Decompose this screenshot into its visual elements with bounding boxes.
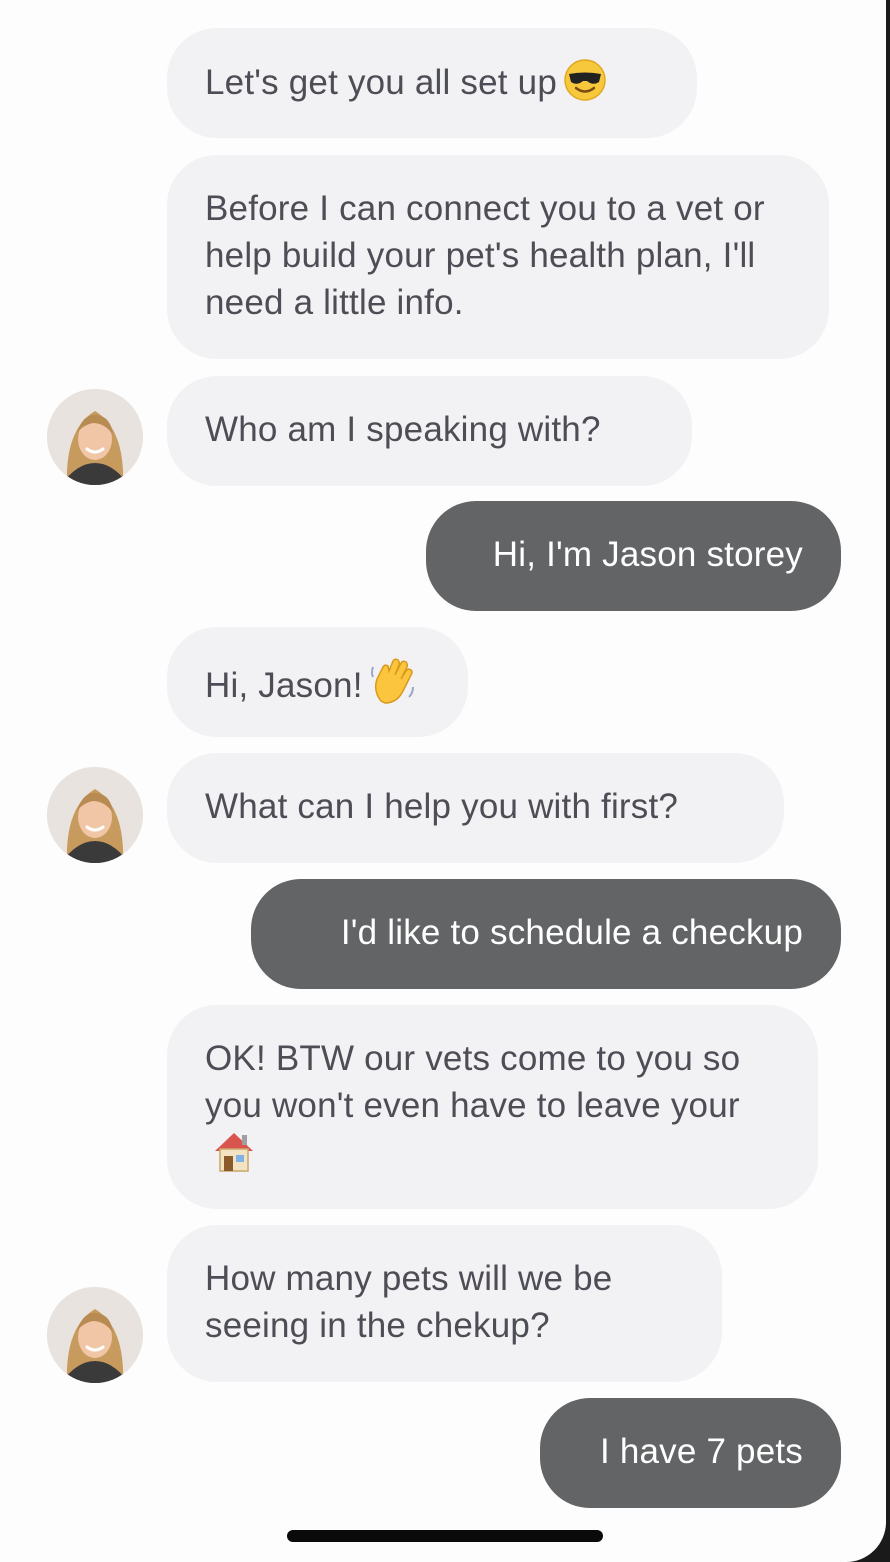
bot-message: Hi, Jason! [167, 627, 468, 737]
user-message: I'd like to schedule a checkup [251, 879, 841, 989]
house-emoji-icon [211, 1129, 257, 1185]
agent-avatar [47, 1287, 143, 1383]
bot-message: Let's get you all set up [167, 28, 697, 138]
message-text: OK! BTW our vets come to you so you won'… [205, 1039, 741, 1125]
bot-message: How many pets will we be seeing in the c… [167, 1225, 722, 1382]
bot-message: OK! BTW our vets come to you so you won'… [167, 1005, 818, 1209]
bot-message: Who am I speaking with? [167, 376, 692, 486]
bot-message: Before I can connect you to a vet or hel… [167, 155, 829, 359]
user-message: Hi, I'm Jason storey [426, 501, 841, 611]
message-text: Let's get you all set up [205, 63, 557, 102]
message-text: How many pets will we be seeing in the c… [205, 1259, 613, 1345]
message-text: Who am I speaking with? [205, 410, 601, 449]
user-message: I have 7 pets [540, 1398, 841, 1508]
message-text: Before I can connect you to a vet or hel… [205, 189, 765, 322]
message-text: I have 7 pets [599, 1432, 803, 1471]
agent-avatar [47, 389, 143, 485]
message-text: Hi, Jason! [205, 666, 363, 705]
message-text: I'd like to schedule a checkup [340, 913, 803, 952]
agent-avatar [47, 767, 143, 863]
message-text: What can I help you with first? [205, 787, 679, 826]
waving-hand-emoji-icon [369, 657, 415, 717]
chat-screen: Let's get you all set up Before I can co… [0, 0, 886, 1562]
smiling-face-with-sunglasses-emoji-icon [563, 58, 607, 114]
message-text: Hi, I'm Jason storey [492, 535, 803, 574]
bot-message: What can I help you with first? [167, 753, 784, 863]
home-indicator-bar[interactable] [287, 1530, 603, 1542]
